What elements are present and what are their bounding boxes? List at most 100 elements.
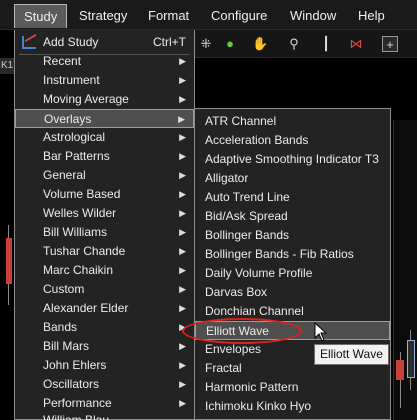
menu-item-label: Custom bbox=[43, 282, 85, 296]
menu-item-william-blau[interactable]: William Blau bbox=[15, 411, 194, 420]
menu-item-label: Oscillators bbox=[43, 377, 100, 391]
menu-item-add-study[interactable]: Add Study Ctrl+T bbox=[15, 33, 194, 52]
overlay-item-darvas-box[interactable]: Darvas Box bbox=[195, 283, 390, 302]
candle-body bbox=[407, 340, 415, 378]
menu-item-label: Bill Williams bbox=[43, 225, 107, 239]
menu-item-label: Bollinger Bands bbox=[205, 228, 290, 242]
refresh-icon[interactable]: ● bbox=[222, 36, 238, 52]
menu-item-label: Marc Chaikin bbox=[43, 263, 114, 277]
menu-configure[interactable]: Configure bbox=[202, 4, 276, 28]
menu-item-label: Alligator bbox=[205, 171, 249, 185]
submenu-arrow-icon: ▶ bbox=[179, 284, 186, 294]
overlay-item-acceleration-bands[interactable]: Acceleration Bands bbox=[195, 131, 390, 150]
menu-item-welles-wilder[interactable]: Welles Wilder ▶ bbox=[15, 204, 194, 223]
menu-item-oscillators[interactable]: Oscillators ▶ bbox=[15, 375, 194, 394]
menu-help[interactable]: Help bbox=[349, 4, 394, 28]
submenu-arrow-icon: ▶ bbox=[179, 303, 186, 313]
menu-item-volume-based[interactable]: Volume Based ▶ bbox=[15, 185, 194, 204]
add-icon[interactable]: + bbox=[382, 36, 398, 52]
menu-item-marc-chaikin[interactable]: Marc Chaikin ▶ bbox=[15, 261, 194, 280]
crosshair-icon[interactable]: ⁜ bbox=[198, 36, 214, 52]
menu-item-custom[interactable]: Custom ▶ bbox=[15, 280, 194, 299]
submenu-arrow-icon: ▶ bbox=[179, 151, 186, 161]
menu-item-instrument[interactable]: Instrument ▶ bbox=[15, 71, 194, 90]
annotation-ellipse bbox=[182, 318, 302, 344]
candle-body bbox=[6, 238, 12, 284]
menu-study[interactable]: Study bbox=[14, 4, 68, 28]
submenu-arrow-icon: ▶ bbox=[179, 132, 186, 142]
overlay-item-daily-volume-profile[interactable]: Daily Volume Profile bbox=[195, 264, 390, 283]
tooltip: Elliott Wave bbox=[314, 344, 389, 365]
menu-item-label: Add Study bbox=[43, 35, 99, 49]
menu-item-label: Overlays bbox=[44, 112, 92, 126]
overlay-item-alligator[interactable]: Alligator bbox=[195, 169, 390, 188]
submenu-arrow-icon: ▶ bbox=[179, 246, 186, 256]
menu-item-label: Bid/Ask Spread bbox=[205, 209, 288, 223]
menu-item-tushar-chande[interactable]: Tushar Chande ▶ bbox=[15, 242, 194, 261]
zoom-icon[interactable]: ⚲ bbox=[286, 36, 302, 52]
menu-item-astrological[interactable]: Astrological ▶ bbox=[15, 128, 194, 147]
menu-strategy[interactable]: Strategy bbox=[70, 4, 136, 28]
menu-item-label: Bar Patterns bbox=[43, 149, 110, 163]
overlay-item-auto-trend-line[interactable]: Auto Trend Line bbox=[195, 188, 390, 207]
menu-item-label: Acceleration Bands bbox=[205, 133, 309, 147]
submenu-arrow-icon: ▶ bbox=[179, 170, 186, 180]
menu-item-label: Moving Average bbox=[43, 92, 129, 106]
menu-item-recent[interactable]: Recent ▶ bbox=[15, 52, 194, 71]
overlay-item-bollinger-bands[interactable]: Bollinger Bands bbox=[195, 226, 390, 245]
overlay-item-ichimoku[interactable]: Ichimoku Kinko Hyo bbox=[195, 397, 390, 416]
menu-item-label: Tushar Chande bbox=[43, 244, 126, 258]
menu-item-label: Ichimoku Kinko Hyo bbox=[205, 399, 312, 413]
chart-tab-stub[interactable]: K1 bbox=[0, 58, 14, 74]
menu-item-label: Welles Wilder bbox=[43, 206, 117, 220]
menu-item-bar-patterns[interactable]: Bar Patterns ▶ bbox=[15, 147, 194, 166]
menu-item-label: Adaptive Smoothing Indicator T3 bbox=[205, 152, 379, 166]
menubar: Study Strategy Format Configure Window H… bbox=[0, 0, 417, 30]
menu-item-label: Bollinger Bands - Fib Ratios bbox=[205, 247, 354, 261]
menu-item-label: William Blau bbox=[43, 413, 110, 420]
submenu-arrow-icon: ▶ bbox=[178, 114, 185, 124]
menu-item-shortcut: Ctrl+T bbox=[153, 35, 186, 49]
menu-item-alexander-elder[interactable]: Alexander Elder ▶ bbox=[15, 299, 194, 318]
menu-item-label: Daily Volume Profile bbox=[205, 266, 313, 280]
submenu-arrow-icon: ▶ bbox=[179, 56, 186, 66]
menu-item-label: Volume Based bbox=[43, 187, 121, 201]
menu-format[interactable]: Format bbox=[139, 4, 198, 28]
menu-window[interactable]: Window bbox=[281, 4, 345, 28]
menu-item-john-ehlers[interactable]: John Ehlers ▶ bbox=[15, 356, 194, 375]
mouse-pointer-icon bbox=[314, 322, 328, 342]
menu-item-bill-mars[interactable]: Bill Mars ▶ bbox=[15, 337, 194, 356]
overlay-item-atr-channel[interactable]: ATR Channel bbox=[195, 112, 390, 131]
submenu-arrow-icon: ▶ bbox=[179, 208, 186, 218]
submenu-arrow-icon: ▶ bbox=[179, 189, 186, 199]
menu-item-label: Recent bbox=[43, 54, 82, 68]
indicator-icon[interactable]: ⋈ bbox=[348, 36, 364, 52]
menu-item-label: Auto Trend Line bbox=[205, 190, 290, 204]
menu-item-label: Bands bbox=[43, 320, 78, 334]
menu-item-general[interactable]: General ▶ bbox=[15, 166, 194, 185]
overlays-submenu: ATR Channel Acceleration Bands Adaptive … bbox=[194, 108, 391, 420]
overlay-item-adaptive-smoothing[interactable]: Adaptive Smoothing Indicator T3 bbox=[195, 150, 390, 169]
candle-body bbox=[396, 360, 404, 380]
menu-item-label: John Ehlers bbox=[43, 358, 107, 372]
chart-toolbar: ⁜ ● ✋ ⚲ ┃ ⋈ + bbox=[190, 30, 417, 58]
pan-hand-icon[interactable]: ✋ bbox=[252, 36, 268, 52]
candlestick-icon[interactable]: ┃ bbox=[318, 36, 334, 52]
submenu-arrow-icon: ▶ bbox=[179, 379, 186, 389]
overlay-item-bollinger-fib[interactable]: Bollinger Bands - Fib Ratios bbox=[195, 245, 390, 264]
overlay-item-harmonic-pattern[interactable]: Harmonic Pattern bbox=[195, 378, 390, 397]
chart-tab-label: K1 bbox=[1, 60, 14, 71]
menu-item-moving-average[interactable]: Moving Average ▶ bbox=[15, 90, 194, 109]
menu-item-overlays[interactable]: Overlays ▶ bbox=[15, 109, 194, 128]
submenu-arrow-icon: ▶ bbox=[179, 265, 186, 275]
submenu-arrow-icon: ▶ bbox=[179, 227, 186, 237]
menu-item-bands[interactable]: Bands ▶ bbox=[15, 318, 194, 337]
submenu-arrow-icon: ▶ bbox=[179, 94, 186, 104]
overlay-item-bid-ask-spread[interactable]: Bid/Ask Spread bbox=[195, 207, 390, 226]
menu-item-label: General bbox=[43, 168, 86, 182]
menu-item-bill-williams[interactable]: Bill Williams ▶ bbox=[15, 223, 194, 242]
menu-item-label: Fractal bbox=[205, 361, 242, 375]
tooltip-text: Elliott Wave bbox=[320, 347, 383, 361]
menu-item-label: Darvas Box bbox=[205, 285, 268, 299]
menu-item-label: ATR Channel bbox=[205, 114, 277, 128]
